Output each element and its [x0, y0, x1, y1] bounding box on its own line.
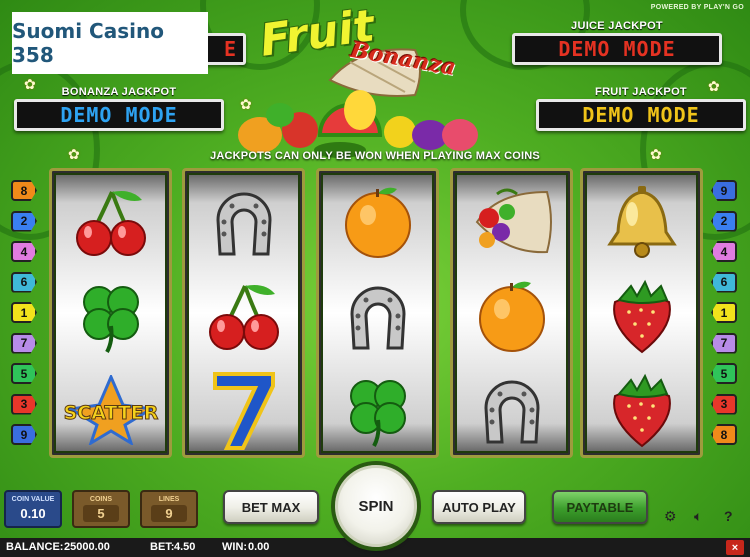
coins-label: COINS	[89, 496, 113, 503]
flower-decoration: ✿	[24, 76, 36, 92]
reel-symbol-clover	[323, 363, 432, 455]
payline-marker[interactable]: 7	[711, 332, 737, 354]
svg-text:SCATTER: SCATTER	[63, 402, 158, 424]
lines-value: 9	[151, 505, 187, 522]
paytable-button[interactable]: PAYTABLE	[552, 490, 648, 524]
payline-marker[interactable]: 8	[711, 424, 737, 445]
clover-icon	[82, 286, 139, 353]
horseshoe-icon	[483, 380, 540, 444]
payline-marker[interactable]: 9	[11, 424, 37, 445]
reel-symbol-horseshoe	[189, 175, 298, 269]
settings-gear-icon[interactable]: ⚙	[664, 508, 677, 525]
payline-marker[interactable]: 3	[11, 393, 37, 415]
reel-symbol-cherries	[189, 269, 298, 363]
reel-4	[450, 168, 573, 458]
payline-marker[interactable]: 4	[711, 241, 737, 262]
balance-label: BALANCE:	[6, 541, 64, 553]
cherries-icon	[208, 285, 279, 350]
close-button[interactable]: ×	[726, 540, 744, 555]
bonanza-jackpot: BONANZA JACKPOT DEMO MODE	[14, 86, 224, 131]
reel-symbol-orange	[323, 175, 432, 269]
coin-value-label: COIN VALUE	[11, 496, 55, 503]
lines-control[interactable]: LINES 9	[140, 490, 198, 528]
reel-window	[323, 175, 432, 451]
win-label: WIN:	[222, 541, 248, 553]
juice-jackpot-label: JUICE JACKPOT	[571, 20, 663, 32]
balance-value: 25000.00	[64, 541, 110, 553]
clover-icon	[349, 380, 406, 447]
payline-marker[interactable]: 3	[711, 393, 737, 415]
reel-symbol-clover	[56, 269, 165, 363]
fruit-pile-icon	[238, 90, 478, 158]
fruit-jackpot-display: DEMO MODE	[536, 99, 746, 131]
reel-2	[182, 168, 305, 458]
reel-1: SCATTER	[49, 168, 172, 458]
coins-value: 5	[83, 505, 119, 522]
reel-symbol-scatter: SCATTER	[56, 363, 165, 455]
reel-symbol-seven	[189, 363, 298, 455]
spin-button[interactable]: SPIN	[335, 465, 417, 547]
reel-window	[587, 175, 696, 451]
reel-5	[580, 168, 703, 458]
strawberry-icon	[612, 279, 671, 354]
strawberry-icon	[612, 373, 671, 448]
juice-jackpot-display: DEMO MODE	[512, 33, 722, 65]
reel-symbol-strawberry	[587, 363, 696, 455]
reel-window: SCATTER	[56, 175, 165, 451]
bet-label: BET:	[150, 541, 175, 553]
scatter-icon: SCATTER	[63, 375, 159, 445]
orange-icon	[478, 281, 545, 352]
payline-marker[interactable]: 6	[11, 271, 37, 293]
payline-marker[interactable]: 5	[711, 363, 737, 384]
bell-icon	[606, 186, 677, 258]
coin-value-control[interactable]: COIN VALUE 0.10	[4, 490, 62, 528]
site-logo[interactable]: Suomi Casino 358	[12, 12, 208, 74]
auto-play-button[interactable]: AUTO PLAY	[432, 490, 526, 524]
seven-icon	[212, 372, 275, 450]
payline-marker[interactable]: 1	[711, 302, 737, 323]
juice-jackpot: JUICE JACKPOT DEMO MODE	[512, 20, 722, 65]
sound-icon[interactable]: 🔈︎	[694, 508, 702, 525]
reel-window	[457, 175, 566, 451]
payline-marker[interactable]: 6	[711, 271, 737, 293]
reel-symbol-cornucopia	[457, 175, 566, 269]
reel-symbol-cherries	[56, 175, 165, 269]
payline-marker[interactable]: 1	[11, 302, 37, 323]
bet-max-button[interactable]: BET MAX	[223, 490, 319, 524]
payline-marker[interactable]: 7	[11, 332, 37, 354]
payline-marker[interactable]: 4	[11, 241, 37, 262]
reel-window	[189, 175, 298, 451]
reel-symbol-strawberry	[587, 269, 696, 363]
payline-marker[interactable]: 5	[11, 363, 37, 384]
flower-decoration: ✿	[708, 78, 720, 94]
orange-icon	[344, 187, 411, 258]
cornucopia-icon	[475, 188, 552, 254]
help-button[interactable]: ?	[724, 508, 733, 524]
reel-symbol-bell	[587, 175, 696, 269]
coin-value-value: 0.10	[20, 506, 46, 521]
max-coins-note: JACKPOTS CAN ONLY BE WON WHEN PLAYING MA…	[210, 150, 540, 162]
coins-control[interactable]: COINS 5	[72, 490, 130, 528]
bet-value: 4.50	[174, 541, 196, 553]
bonanza-jackpot-label: BONANZA JACKPOT	[61, 86, 177, 98]
slot-game: Suomi Casino 358 POWERED BY PLAY'N GO E …	[0, 0, 750, 557]
bonanza-jackpot-display: DEMO MODE	[14, 99, 224, 131]
reel-3	[316, 168, 439, 458]
lines-label: LINES	[158, 496, 180, 503]
horseshoe-icon	[349, 286, 406, 350]
cherries-icon	[75, 191, 146, 256]
horseshoe-icon	[215, 192, 272, 256]
reel-symbol-horseshoe	[457, 363, 566, 455]
win-value: 0.00	[248, 541, 270, 553]
powered-by-label: POWERED BY PLAY'N GO	[650, 4, 744, 11]
reels[interactable]: SCATTER	[49, 168, 703, 458]
site-logo-text: Suomi Casino 358	[12, 19, 164, 67]
reel-symbol-orange	[457, 269, 566, 363]
reel-symbol-horseshoe	[323, 269, 432, 363]
